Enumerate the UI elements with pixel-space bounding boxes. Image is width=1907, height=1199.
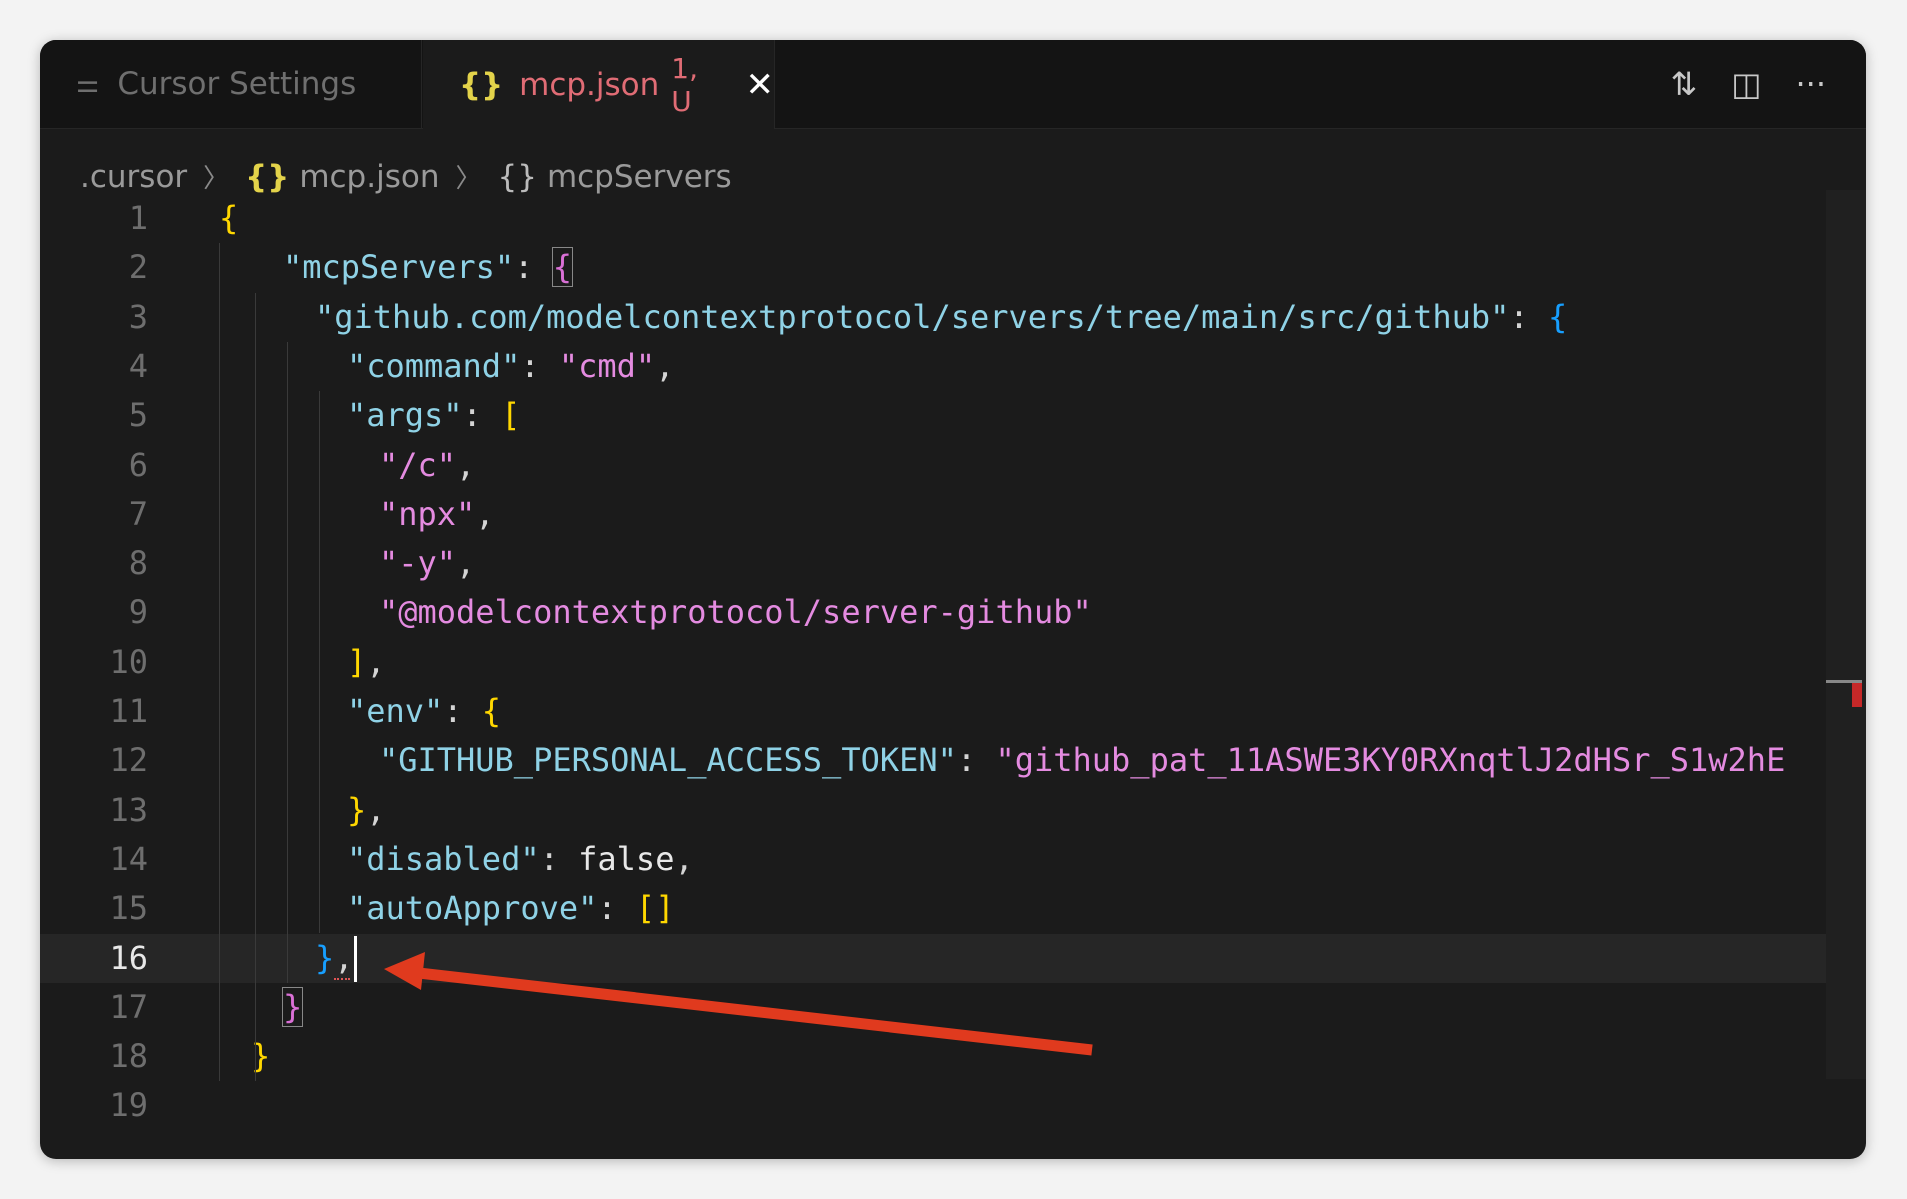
arrow-shaft xyxy=(409,966,1093,1056)
annotation-arrow xyxy=(384,952,1093,1056)
arrow-head xyxy=(384,952,425,990)
